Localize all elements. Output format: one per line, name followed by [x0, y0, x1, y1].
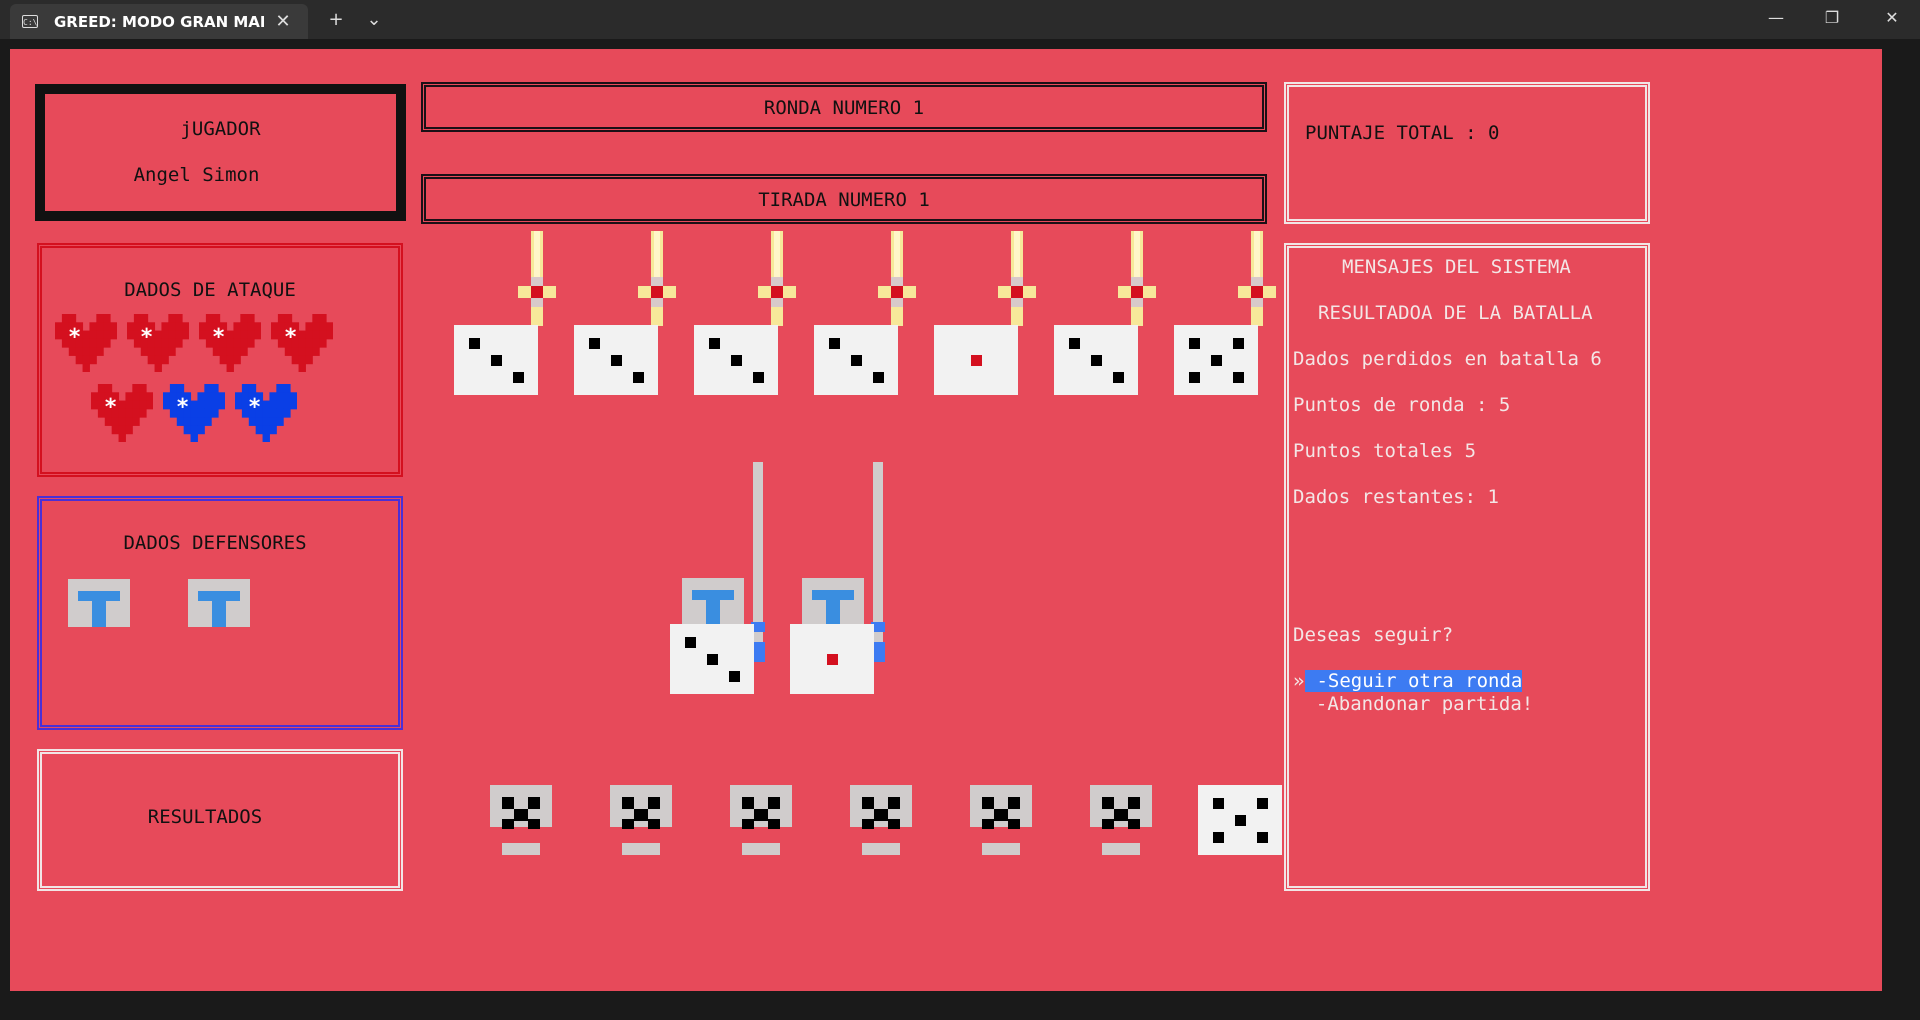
heart-mark: * [248, 395, 261, 420]
heart-mark: * [68, 325, 81, 350]
defender-shield-icon [68, 579, 130, 627]
attack-sword-icon [518, 231, 556, 326]
round-label: RONDA NUMERO 1 [763, 97, 925, 119]
defender-die [790, 624, 874, 694]
attack-heart-red: * [127, 314, 189, 372]
attack-dice-title: DADOS DE ATAQUE [124, 279, 296, 301]
heart-mark: * [212, 325, 225, 350]
heart-mark: * [176, 395, 189, 420]
attack-heart-red: * [271, 314, 333, 372]
option-continue-round[interactable]: -Seguir otra ronda [1305, 670, 1523, 692]
messages-title: MENSAJES DEL SISTEMA [1342, 256, 1571, 278]
remaining-dice-message: Dados restantes: 1 [1293, 486, 1499, 508]
new-tab-button[interactable]: + [320, 6, 352, 34]
results-title: RESULTADOS [147, 806, 263, 828]
attack-heart-blue: * [235, 384, 297, 442]
terminal-tab[interactable]: C:\ GREED: MODO GRAN MAESTRO ✕ [10, 4, 308, 39]
terminal-icon: C:\ [22, 15, 38, 28]
maximize-button[interactable]: ❐ [1804, 0, 1860, 36]
score-label: PUNTAJE TOTAL : 0 [1305, 122, 1500, 144]
attack-sword-icon [998, 231, 1036, 326]
lost-dice-message: Dados perdidos en batalla 6 [1293, 348, 1602, 370]
window-titlebar: C:\ GREED: MODO GRAN MAESTRO ✕ + ⌄ — ❐ ✕ [0, 0, 1920, 39]
score-box: PUNTAJE TOTAL : 0 [1284, 82, 1650, 224]
continue-question: Deseas seguir? [1293, 624, 1454, 646]
player-name: Angel Simon [133, 164, 260, 186]
messages-subtitle: RESULTADOA DE LA BATALLA [1318, 302, 1593, 324]
tab-close-button[interactable]: ✕ [272, 11, 294, 33]
tab-title: GREED: MODO GRAN MAESTRO [54, 13, 264, 31]
option-quit-game[interactable]: -Abandonar partida! [1293, 693, 1533, 715]
battle-die-top [454, 325, 538, 395]
attack-sword-icon [758, 231, 796, 326]
attack-sword-icon [1238, 231, 1276, 326]
battle-die-top [574, 325, 658, 395]
player-box: jUGADOR Angel Simon [35, 84, 406, 221]
battle-die-top [1054, 325, 1138, 395]
attack-sword-icon [1118, 231, 1156, 326]
attack-heart-red: * [199, 314, 261, 372]
lost-die-skull-icon [970, 785, 1032, 855]
battle-die-top [1174, 325, 1258, 395]
round-points-message: Puntos de ronda : 5 [1293, 394, 1511, 416]
heart-mark: * [284, 325, 297, 350]
minimize-button[interactable]: — [1748, 0, 1804, 36]
defender-shield-icon [682, 578, 744, 626]
battle-die-bottom [1198, 785, 1282, 855]
total-points-message: Puntos totales 5 [1293, 440, 1477, 462]
attack-heart-red: * [91, 384, 153, 442]
round-banner: RONDA NUMERO 1 [421, 82, 1267, 132]
defender-shield-icon [802, 578, 864, 626]
player-heading: jUGADOR [180, 118, 261, 140]
attack-sword-icon [638, 231, 676, 326]
heart-mark: * [104, 395, 117, 420]
system-messages-box [1284, 243, 1650, 891]
close-window-button[interactable]: ✕ [1864, 0, 1920, 36]
lost-die-skull-icon [850, 785, 912, 855]
attack-sword-icon [878, 231, 916, 326]
game-terminal: jUGADOR Angel Simon RONDA NUMERO 1 TIRAD… [10, 49, 1882, 991]
defender-shield-icon [188, 579, 250, 627]
attack-heart-red: * [55, 314, 117, 372]
battle-die-top [814, 325, 898, 395]
tab-dropdown-button[interactable]: ⌄ [358, 6, 390, 34]
defender-dice-box: DADOS DEFENSORES [37, 496, 403, 730]
results-box: RESULTADOS [37, 749, 403, 891]
lost-die-skull-icon [1090, 785, 1152, 855]
lost-die-skull-icon [490, 785, 552, 855]
heart-mark: * [140, 325, 153, 350]
menu-cursor: » [1293, 670, 1305, 692]
lost-die-skull-icon [610, 785, 672, 855]
lost-die-skull-icon [730, 785, 792, 855]
defender-dice-title: DADOS DEFENSORES [123, 532, 307, 554]
roll-banner: TIRADA NUMERO 1 [421, 174, 1267, 224]
roll-label: TIRADA NUMERO 1 [758, 189, 930, 211]
defender-die [670, 624, 754, 694]
attack-dice-box: DADOS DE ATAQUE * * * * * * * [37, 243, 403, 477]
attack-heart-blue: * [163, 384, 225, 442]
battle-die-top [934, 325, 1018, 395]
battle-die-top [694, 325, 778, 395]
